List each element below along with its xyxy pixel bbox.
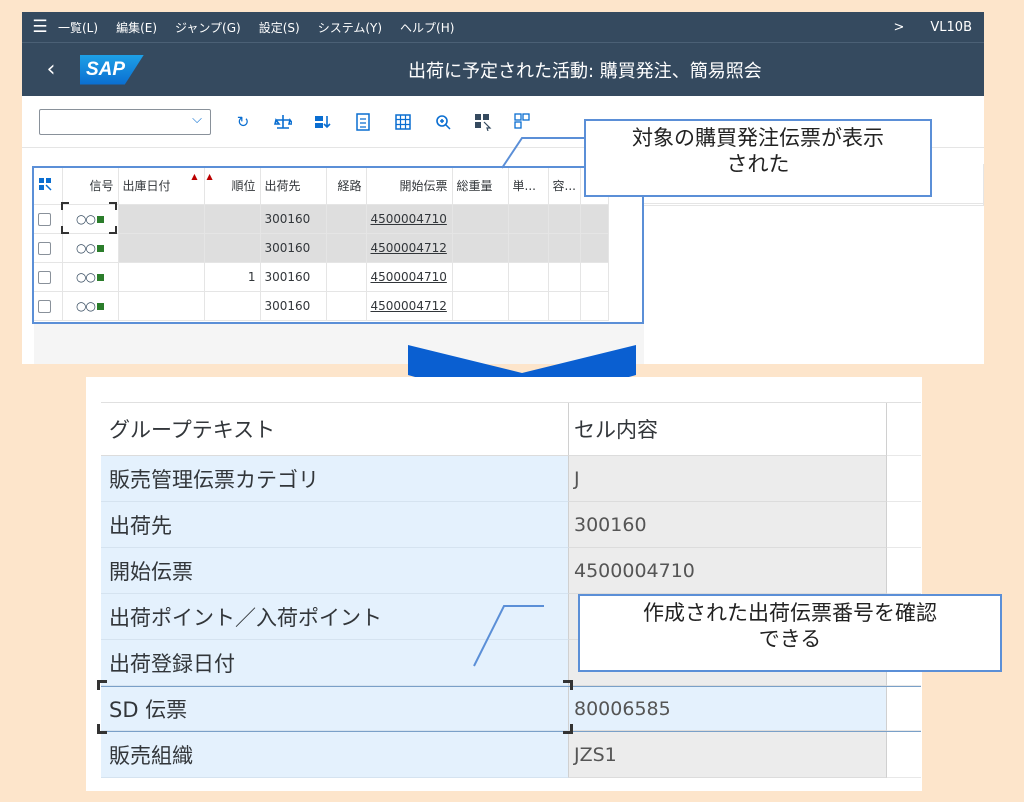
detail-value: JZS1 (569, 732, 887, 778)
detail-label: 販売管理伝票カテゴリ (101, 456, 569, 502)
sap-logo: SAP (80, 54, 144, 85)
callout-delivery-number: 作成された出荷伝票番号を確認 できる (578, 594, 1002, 672)
refresh-icon[interactable]: ↻ (233, 112, 253, 132)
focus-bracket (563, 724, 573, 734)
detail-value: 4500004710 (569, 548, 887, 594)
focus-bracket (563, 680, 573, 690)
back-icon[interactable]: ‹ (34, 57, 68, 82)
focus-bracket (97, 724, 107, 734)
detail-value: 80006585 (569, 687, 887, 731)
chevron-down-icon: ⌵ (192, 111, 202, 127)
layout-select-icon[interactable] (513, 112, 533, 132)
header-cell-content: セル内容 (569, 403, 887, 456)
menu-jump[interactable]: ジャンプ(G) (175, 19, 241, 36)
document-icon[interactable] (353, 112, 373, 132)
menu-settings[interactable]: 設定(S) (259, 19, 300, 36)
detail-panel: グループテキスト セル内容 販売管理伝票カテゴリ J 出荷先 300160 開始… (86, 377, 922, 791)
detail-value: J (569, 456, 887, 502)
detail-label: 出荷先 (101, 502, 569, 548)
menu-bar: ☰ 一覧(L) 編集(E) ジャンプ(G) 設定(S) システム(Y) ヘルプ(… (22, 12, 984, 42)
grid-icon[interactable] (393, 112, 413, 132)
hamburger-menu-icon[interactable]: ☰ (22, 17, 58, 37)
detail-row[interactable]: 販売管理伝票カテゴリ J (101, 456, 921, 502)
import-icon[interactable] (313, 112, 333, 132)
detail-header-row: グループテキスト セル内容 (101, 402, 921, 456)
menu-system[interactable]: システム(Y) (318, 19, 382, 36)
title-bar: ‹ SAP 出荷に予定された活動: 購買発注、簡易照会 (22, 42, 984, 96)
menu-help[interactable]: ヘルプ(H) (400, 19, 454, 36)
header-group-text: グループテキスト (101, 403, 569, 456)
callout-pointer-line (501, 137, 588, 169)
detail-table: グループテキスト セル内容 販売管理伝票カテゴリ J 出荷先 300160 開始… (101, 402, 921, 778)
callout-pointer-line (473, 605, 544, 667)
scale-icon[interactable] (273, 112, 293, 132)
detail-row[interactable]: 出荷先 300160 (101, 502, 921, 548)
menu-edit[interactable]: 編集(E) (116, 19, 157, 36)
detail-value: 300160 (569, 502, 887, 548)
menu-list[interactable]: 一覧(L) (58, 19, 98, 36)
page-title: 出荷に予定された活動: 購買発注、簡易照会 (408, 61, 762, 82)
detail-label: SD 伝票 (101, 687, 569, 731)
detail-row[interactable]: 販売組織 JZS1 (101, 732, 921, 778)
detail-row-selected[interactable]: SD 伝票 80006585 (101, 686, 921, 732)
zoom-icon[interactable] (433, 112, 453, 132)
layout-variant-select[interactable]: ⌵ (39, 108, 211, 135)
grid-highlight-box (32, 166, 644, 324)
detail-row[interactable]: 開始伝票 4500004710 (101, 548, 921, 594)
focus-bracket (97, 680, 107, 690)
transaction-code: VL10B (930, 19, 972, 35)
detail-label: 販売組織 (101, 732, 569, 778)
layout-icon[interactable] (473, 112, 493, 132)
detail-label: 開始伝票 (101, 548, 569, 594)
chevron-right-icon[interactable]: > (893, 20, 904, 35)
